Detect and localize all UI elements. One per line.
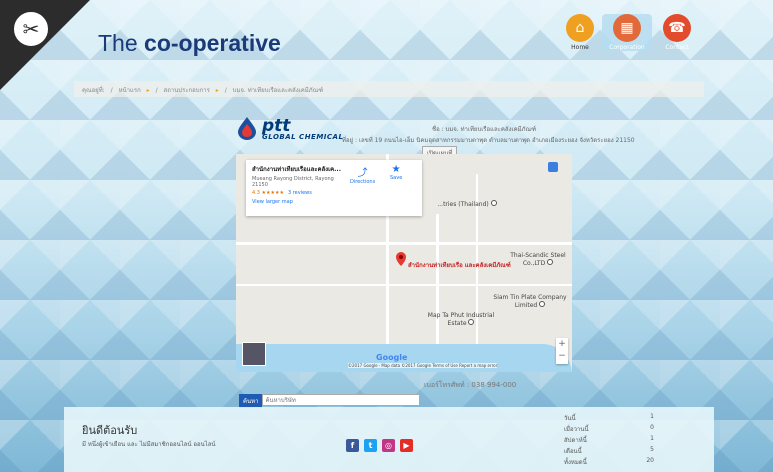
ptt-drop-icon	[238, 117, 256, 140]
map-place: ...tries (Thailand)	[432, 200, 502, 208]
site-title[interactable]: The co-operative	[98, 30, 281, 57]
phone-book-icon: ☎	[663, 14, 691, 42]
company-phone: เบอร์โทรศัพท์ : 038 994-000	[424, 381, 517, 389]
reviews-link[interactable]: 3 reviews	[288, 190, 312, 196]
breadcrumb-arrow-icon: ▸	[146, 87, 150, 94]
breadcrumb: คุณอยู่ที่: / หน้าแรก ▸ / สถานประกอบการ …	[74, 81, 704, 97]
star-icon: ★	[391, 164, 401, 175]
map-pin-icon[interactable]	[396, 252, 406, 266]
street-view-pegman-icon[interactable]	[548, 162, 558, 172]
nav-home-label: Home	[571, 44, 589, 51]
map-copyright: ©2017 Google · Map data ©2017 Google Ter…	[348, 363, 498, 368]
corner-banner	[0, 0, 90, 90]
stat-value: 5	[650, 446, 654, 453]
stat-value: 1	[650, 413, 654, 420]
save-label: Save	[390, 175, 403, 181]
stat-label: ทั้งหมดนี้	[564, 459, 587, 466]
map-place-label: Siam Tin Plate Company Limited	[493, 294, 567, 309]
stat-value: 20	[646, 457, 654, 464]
ptt-logo-sub: GLOBAL CHEMICAL	[262, 133, 344, 141]
directions-icon: ⤴	[357, 168, 368, 179]
google-logo: Google	[376, 353, 408, 362]
nav-corporation[interactable]: ▦ Corporation	[602, 14, 652, 51]
ptt-logo: ptt GLOBAL CHEMICAL	[236, 116, 346, 146]
company-content: ptt GLOBAL CHEMICAL ชื่อ : บมจ. ท่าเทียบ…	[232, 106, 712, 406]
google-map[interactable]: สำนักงานท่าเทียบเรือและคลังเค... Mueang …	[236, 154, 572, 372]
stat-label: เดือนนี้	[564, 448, 582, 455]
search-bar: ค้นหา	[239, 394, 421, 408]
map-pin-label: สำนักงานท่าเทียบเรือ และคลังเคมีภัณฑ์	[408, 262, 511, 269]
save-button[interactable]: ★ Save	[390, 164, 402, 181]
instagram-icon[interactable]: ◎	[382, 439, 395, 452]
breadcrumb-sep: /	[155, 87, 158, 94]
social-links: f t ◎ ▶	[346, 439, 413, 452]
map-card-address: Mueang Rayong District, Rayong 21150	[252, 176, 334, 188]
satellite-toggle[interactable]	[242, 342, 266, 366]
footer: ยินดีต้อนรับ มี หนึ่งผู้เข้าเยือน และ ไม…	[64, 407, 714, 472]
place-marker-icon	[490, 200, 497, 206]
larger-map-link[interactable]: View larger map	[252, 199, 416, 205]
map-place-label: Map Ta Phut Industrial Estate	[427, 312, 495, 327]
stat-row: ทั้งหมดนี้ 20	[564, 457, 654, 468]
search-button[interactable]: ค้นหา	[239, 394, 263, 408]
online-status-text: มี หนึ่งผู้เข้าเยือน และ ไม่มีสมาชิกออนไ…	[82, 441, 216, 448]
site-logo-icon[interactable]: ✂	[12, 10, 50, 48]
map-place-label: ...tries (Thailand)	[437, 201, 489, 208]
nav-home[interactable]: ⌂ Home	[555, 14, 605, 51]
map-place: Thai-Scandic Steel Co.,LTD	[508, 252, 568, 267]
zoom-in-button[interactable]: +	[556, 338, 568, 350]
zoom-out-button[interactable]: −	[556, 350, 568, 362]
directions-button[interactable]: ⤴ Directions	[350, 164, 375, 185]
map-place: Map Ta Phut Industrial Estate	[426, 312, 496, 327]
stat-value: 0	[650, 424, 654, 431]
breadcrumb-arrow-icon: ▸	[215, 87, 219, 94]
nav-contact[interactable]: ☎ Contact	[652, 14, 702, 51]
youtube-icon[interactable]: ▶	[400, 439, 413, 452]
stat-label: วันนี้	[564, 415, 576, 422]
directions-label: Directions	[350, 179, 376, 185]
facebook-icon[interactable]: f	[346, 439, 359, 452]
site-title-prefix: The	[98, 30, 145, 56]
place-marker-icon	[539, 301, 546, 307]
company-address: ที่อยู่ : เลขที่ 19 ถนนไอ-เอ็ม นิคมอุตสา…	[342, 137, 635, 144]
company-name: ชื่อ : บมจ. ท่าเทียบเรือและคลังเคมีภัณฑ์	[432, 126, 537, 133]
map-road	[236, 242, 572, 245]
welcome-heading: ยินดีต้อนรับ	[82, 424, 138, 437]
twitter-icon[interactable]: t	[364, 439, 377, 452]
map-place-card: สำนักงานท่าเทียบเรือและคลังเค... Mueang …	[246, 160, 422, 216]
site-title-name: co-operative	[144, 30, 281, 56]
stat-row: วันนี้ 1	[564, 413, 654, 424]
breadcrumb-corporation[interactable]: สถานประกอบการ	[164, 87, 210, 94]
stat-row: เดือนนี้ 5	[564, 446, 654, 457]
place-marker-icon	[547, 259, 554, 265]
building-icon: ▦	[613, 14, 641, 42]
stat-row: เมื่อวานนี้ 0	[564, 424, 654, 435]
stat-label: สัปดาห์นี้	[564, 437, 587, 444]
nav-contact-label: Contact	[665, 44, 689, 51]
breadcrumb-prefix: คุณอยู่ที่:	[82, 87, 105, 94]
map-card-rating: 4.3 ★★★★★ 3 reviews	[252, 190, 416, 196]
home-icon: ⌂	[566, 14, 594, 42]
nav-corporation-label: Corporation	[609, 44, 645, 51]
search-input[interactable]	[262, 394, 421, 406]
breadcrumb-home[interactable]: หน้าแรก	[119, 87, 141, 94]
place-marker-icon	[468, 319, 475, 325]
visitor-stats: วันนี้ 1 เมื่อวานนี้ 0 สัปดาห์นี้ 1 เดือนนี…	[564, 413, 654, 468]
breadcrumb-current: บมจ. ท่าเทียบเรือและคลังเคมีภัณฑ์	[232, 87, 324, 94]
map-place: Siam Tin Plate Company Limited	[490, 294, 570, 309]
stat-value: 1	[650, 435, 654, 442]
breadcrumb-sep: /	[110, 87, 113, 94]
map-place-label: Thai-Scandic Steel Co.,LTD	[510, 252, 566, 267]
map-zoom-control: + −	[556, 338, 568, 364]
breadcrumb-sep: /	[224, 87, 227, 94]
stat-row: สัปดาห์นี้ 1	[564, 435, 654, 446]
map-road	[236, 284, 572, 286]
rating-stars: 4.3 ★★★★★	[252, 190, 284, 196]
stat-label: เมื่อวานนี้	[564, 426, 589, 433]
